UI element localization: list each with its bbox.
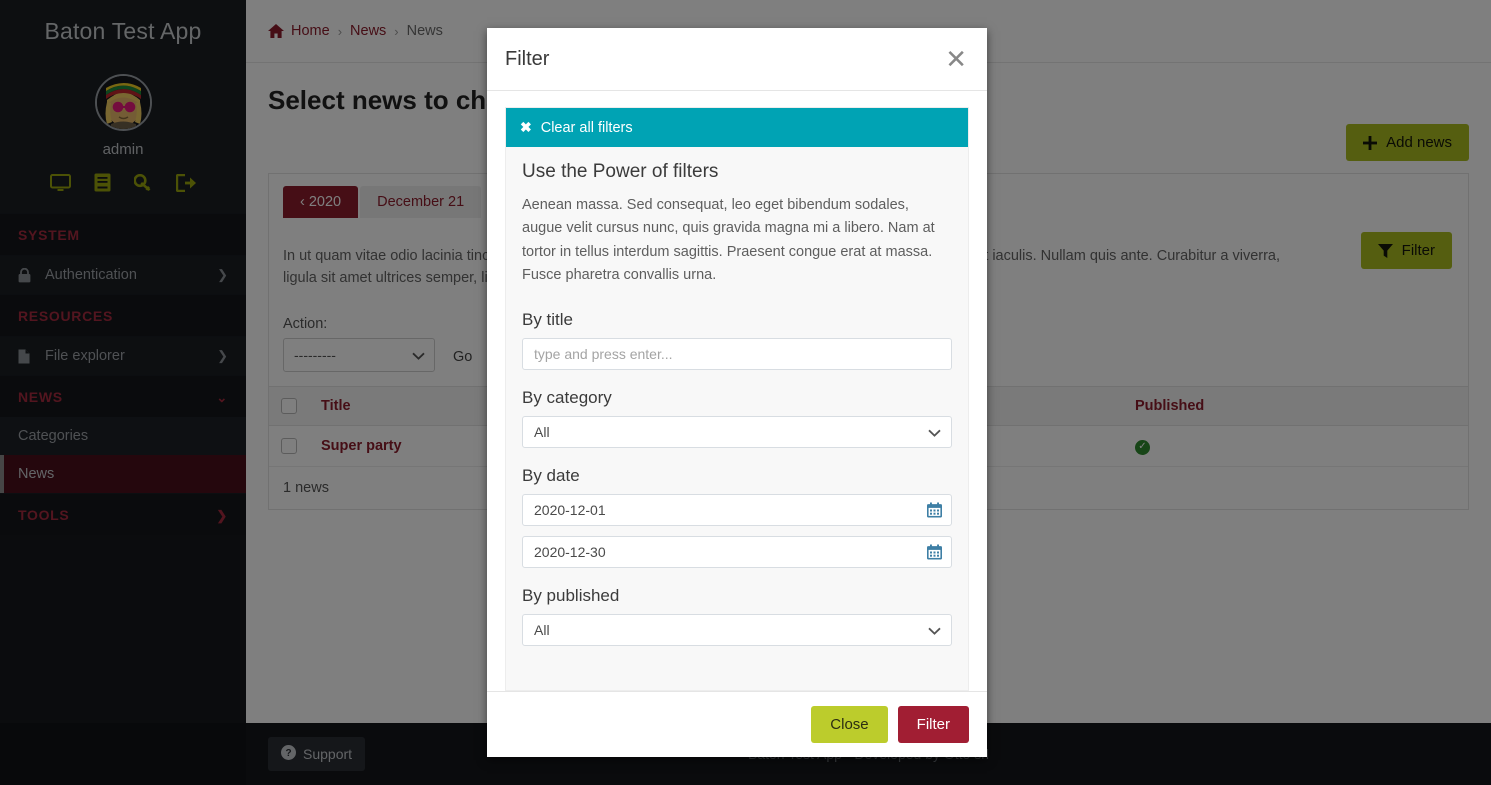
field-by-category: By category All	[522, 388, 952, 448]
filter-panel-heading: Use the Power of filters	[522, 161, 719, 182]
chevron-down-icon	[928, 424, 941, 440]
calendar-icon[interactable]	[927, 502, 942, 518]
modal-close-button[interactable]: Close	[811, 706, 888, 743]
modal-body: ✖ Clear all filters Use the Power of fil…	[487, 91, 987, 691]
field-by-title: By title	[522, 310, 952, 370]
date-from-value: 2020-12-01	[534, 501, 606, 518]
category-filter-select[interactable]: All	[522, 415, 952, 448]
field-by-title-label: By title	[522, 309, 574, 329]
calendar-icon[interactable]	[927, 544, 942, 560]
date-to-input[interactable]: 2020-12-30	[522, 535, 952, 568]
modal-title: Filter	[505, 47, 550, 70]
modal-apply-filter-button[interactable]: Filter	[897, 706, 969, 743]
published-filter-value: All	[534, 621, 550, 638]
date-to-value: 2020-12-30	[534, 543, 606, 560]
chevron-down-icon	[928, 622, 941, 638]
published-filter-select[interactable]: All	[522, 613, 952, 646]
close-icon[interactable]: ✕	[943, 46, 969, 72]
field-by-published-label: By published	[522, 585, 620, 605]
modal-header: Filter ✕	[487, 28, 987, 91]
date-from-wrapper: 2020-12-01	[522, 493, 952, 526]
filter-panel-text: Aenean massa. Sed consequat, leo eget bi…	[522, 197, 935, 284]
date-to-wrapper: 2020-12-30	[522, 535, 952, 568]
field-by-date: By date 2020-12-01 2020-12-30	[522, 466, 952, 568]
modal-footer: Close Filter	[487, 691, 987, 757]
category-filter-value: All	[534, 423, 550, 440]
clear-all-filters-button[interactable]: ✖ Clear all filters	[506, 108, 968, 147]
app-root: Baton Test App	[0, 0, 1491, 785]
clear-all-filters-label: Clear all filters	[540, 119, 633, 136]
field-by-published: By published All	[522, 586, 952, 646]
title-filter-input[interactable]	[522, 337, 952, 370]
filter-fields: Use the Power of filters Aenean massa. S…	[506, 147, 968, 674]
field-by-category-label: By category	[522, 387, 612, 407]
filter-panel: ✖ Clear all filters Use the Power of fil…	[505, 107, 969, 691]
field-by-date-label: By date	[522, 465, 580, 485]
filter-modal: Filter ✕ ✖ Clear all filters Use the Pow…	[487, 28, 987, 757]
date-from-input[interactable]: 2020-12-01	[522, 493, 952, 526]
times-icon: ✖	[520, 119, 532, 135]
